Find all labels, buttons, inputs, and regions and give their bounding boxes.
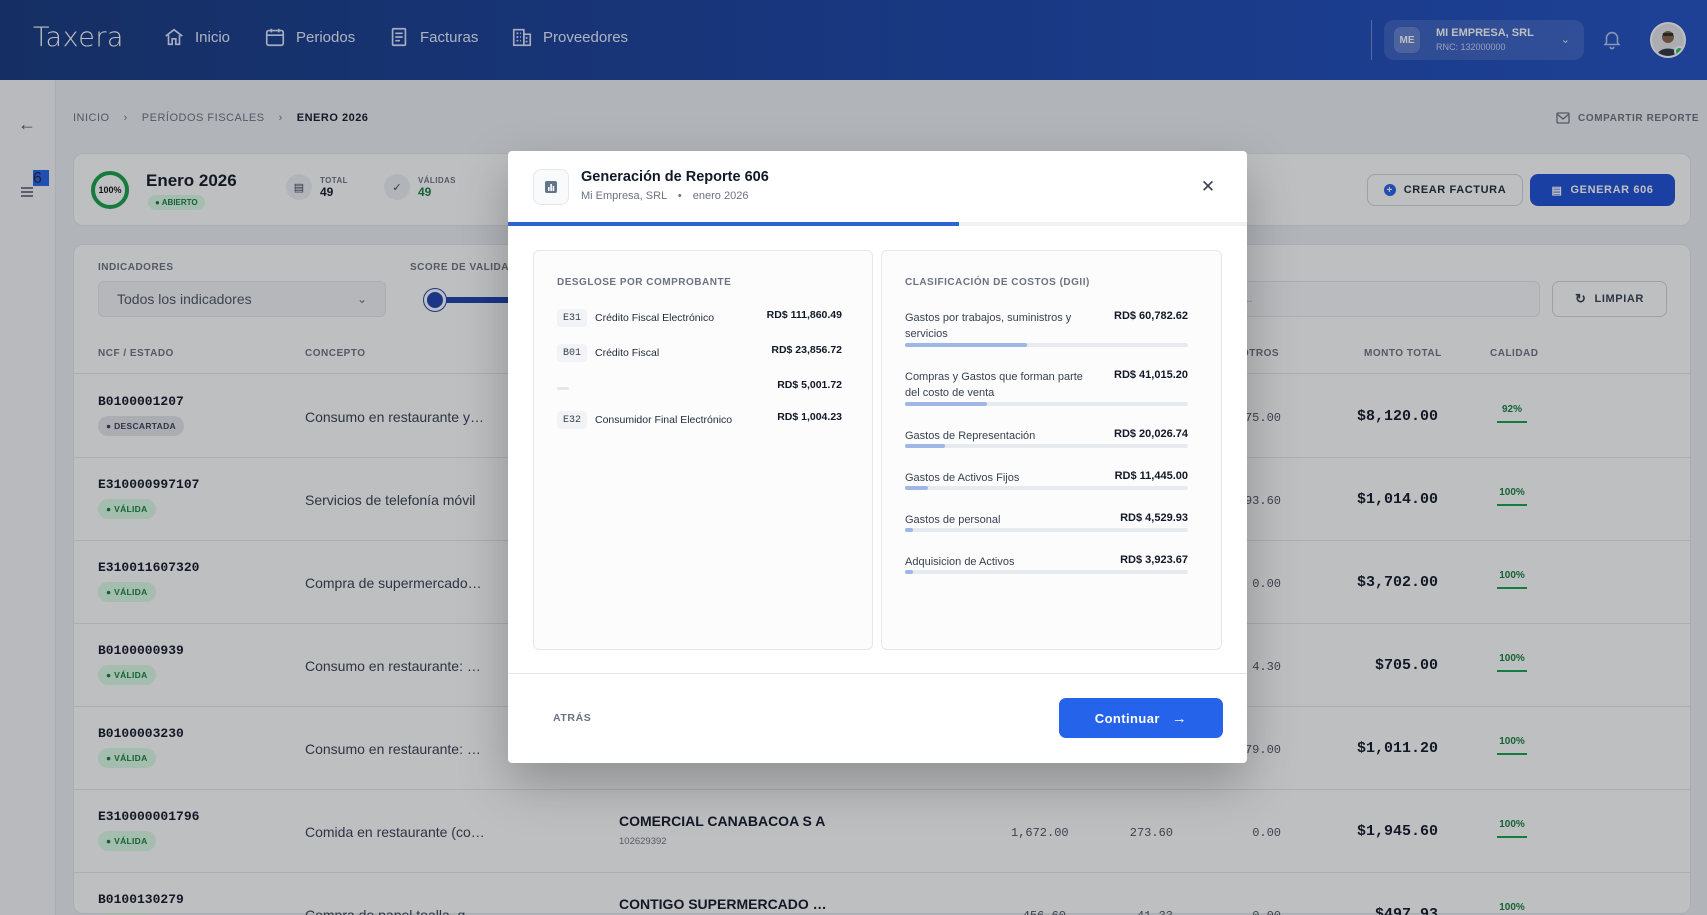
cost-share-fill <box>905 570 914 574</box>
arrow-right-icon: → <box>1171 709 1188 727</box>
modal-title: Generación de Reporte 606 <box>581 169 769 185</box>
cost-label: Adquisicion de Activos <box>905 556 1015 568</box>
modal-company: Mi Empresa, SRL <box>581 190 667 202</box>
back-button[interactable]: ATRÁS <box>553 712 591 724</box>
modal-footer-divider <box>508 673 1247 674</box>
cost-label: Gastos de personal <box>905 514 1001 526</box>
cost-label: Compras y Gastos que forman parte del co… <box>905 371 1083 399</box>
cost-amount: RD$ 11,445.00 <box>1114 470 1188 482</box>
separator-dot: • <box>677 190 682 202</box>
cost-share-bar <box>905 402 1188 406</box>
voucher-amount: RD$ 5,001.72 <box>777 379 842 391</box>
continue-label: Continuar <box>1094 710 1160 726</box>
cost-label: Gastos de Activos Fijos <box>905 472 1020 484</box>
cost-share-bar <box>905 528 1188 532</box>
step-progress-bar <box>508 222 1247 226</box>
cost-amount: RD$ 3,923.67 <box>1120 554 1188 566</box>
cost-share-bar <box>905 486 1188 490</box>
modal-period: enero 2026 <box>692 190 749 202</box>
voucher-breakdown-panel: DESGLOSE POR COMPROBANTE E31 Crédito Fisc… <box>533 250 873 650</box>
cost-share-bar <box>905 343 1188 347</box>
cost-classification-heading: CLASIFICACIÓN DE COSTOS (DGII) <box>905 277 1090 288</box>
modal-subtitle: Mi Empresa, SRL • enero 2026 <box>581 190 748 202</box>
app-root: Taxera Inicio Periodos Facturas Proveedo… <box>0 0 1707 915</box>
voucher-row: B01 Crédito Fiscal RD$ 23,856.72 <box>557 344 842 366</box>
cost-share-bar <box>905 444 1188 448</box>
cost-amount: RD$ 4,529.93 <box>1120 512 1188 524</box>
cost-amount: RD$ 20,026.74 <box>1114 428 1188 440</box>
voucher-amount: RD$ 23,856.72 <box>771 344 842 356</box>
cost-amount: RD$ 60,782.62 <box>1114 310 1188 322</box>
chart-icon <box>533 169 569 205</box>
voucher-row: E31 Crédito Fiscal Electrónico RD$ 111,860… <box>557 309 842 331</box>
voucher-row: E32 Consumidor Final Electrónico RD$ 1,004… <box>557 411 842 433</box>
close-icon[interactable]: ✕ <box>1196 175 1220 199</box>
voucher-code <box>557 387 569 390</box>
continue-button[interactable]: Continuar → <box>1059 698 1223 738</box>
cost-label: Gastos de Representación <box>905 430 1036 442</box>
cost-share-fill <box>905 528 914 532</box>
report-606-modal: Generación de Reporte 606 Mi Empresa, SR… <box>508 151 1247 763</box>
cost-share-fill <box>905 402 988 406</box>
cost-share-fill <box>905 486 928 490</box>
cost-share-fill <box>905 444 945 448</box>
cost-label: Gastos por trabajos, suministros y servi… <box>905 312 1072 340</box>
voucher-code: E32 <box>557 411 588 429</box>
voucher-row: RD$ 5,001.72 <box>557 379 842 401</box>
step-progress-fill <box>508 222 959 226</box>
voucher-amount: RD$ 1,004.23 <box>777 411 842 423</box>
voucher-amount: RD$ 111,860.49 <box>766 309 842 321</box>
voucher-breakdown-heading: DESGLOSE POR COMPROBANTE <box>557 277 732 288</box>
voucher-label: Crédito Fiscal Electrónico <box>595 312 715 324</box>
voucher-code: B01 <box>557 344 588 362</box>
voucher-label: Crédito Fiscal <box>595 347 660 359</box>
voucher-label: Consumidor Final Electrónico <box>595 414 733 426</box>
cost-classification-panel: CLASIFICACIÓN DE COSTOS (DGII) Gastos po… <box>881 250 1222 650</box>
cost-share-bar <box>905 570 1188 574</box>
cost-amount: RD$ 41,015.20 <box>1114 369 1188 381</box>
cost-share-fill <box>905 343 1027 347</box>
voucher-code: E31 <box>557 309 588 327</box>
